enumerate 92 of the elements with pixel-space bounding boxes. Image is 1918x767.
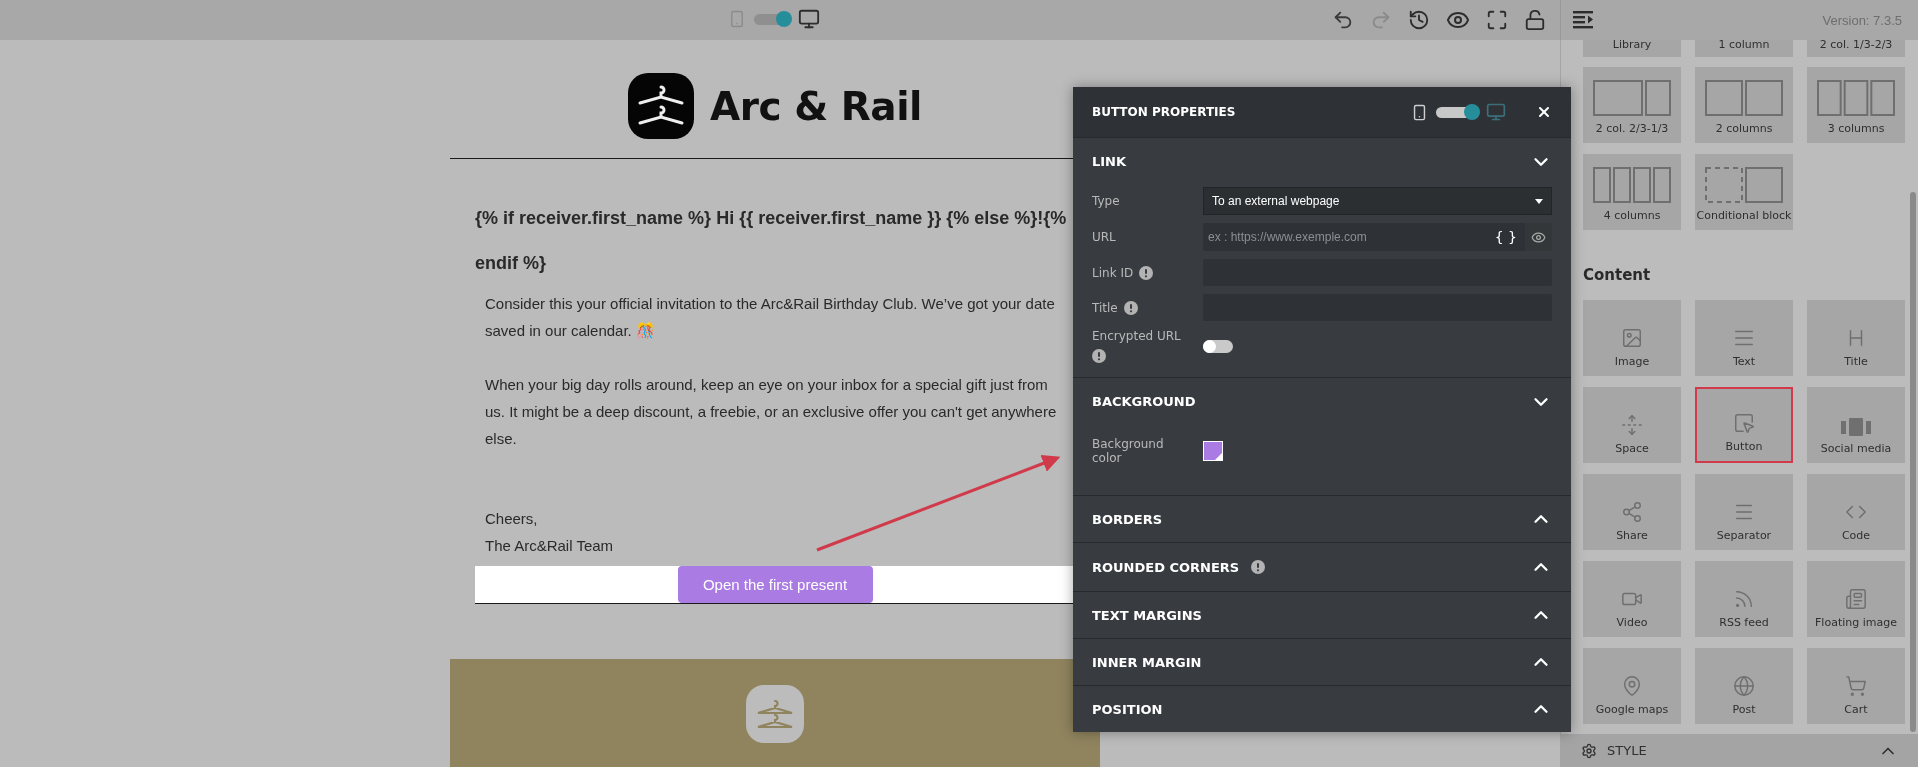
columns-icon — [1593, 167, 1671, 203]
block-tile[interactable]: Title — [1807, 300, 1905, 376]
unlocked-icon[interactable] — [1524, 9, 1546, 31]
signoff-text: The Arc&Rail Team — [484, 536, 615, 556]
section-title: LINK — [1092, 154, 1127, 169]
style-bar[interactable]: STYLE — [1561, 734, 1918, 767]
block-tile[interactable]: Library — [1583, 40, 1681, 57]
block-tile[interactable]: Code — [1807, 474, 1905, 550]
block-tile[interactable]: 1 column — [1695, 40, 1793, 57]
toggle-switch[interactable] — [1203, 339, 1233, 353]
block-tile[interactable]: Google maps — [1583, 648, 1681, 724]
logo-icon — [628, 73, 695, 139]
vertical-arrows-icon — [1621, 414, 1643, 436]
phone-icon — [728, 10, 746, 28]
section-title: Content — [1583, 266, 1652, 284]
rss-icon — [1733, 588, 1755, 610]
block-tile[interactable]: Text — [1695, 300, 1793, 376]
conditional-block-icon — [1705, 167, 1783, 203]
section-header[interactable]: ROUNDED CORNERS — [1073, 542, 1571, 591]
block-tile[interactable]: Cart — [1807, 648, 1905, 724]
block-tile[interactable]: Floating image — [1807, 561, 1905, 637]
field-label: Link ID — [1092, 265, 1134, 280]
globe-icon — [1733, 675, 1755, 697]
map-pin-icon — [1621, 675, 1643, 697]
hanger-icon — [755, 697, 795, 731]
columns-icon — [1705, 80, 1783, 116]
greeting-heading: {% if receiver.first_name %} Hi {{ receiver.first_name }} {% else %}!{% endif %} — [475, 207, 1068, 275]
version-label: Version: 7.3.5 — [1822, 12, 1902, 28]
block-tile[interactable]: 2 col. 2/3-1/3 — [1583, 67, 1681, 143]
fullscreen-icon[interactable] — [1486, 9, 1508, 31]
preview-button[interactable] — [1525, 223, 1552, 251]
block-tile[interactable]: Space — [1583, 387, 1681, 463]
section-header[interactable]: LINK — [1073, 137, 1571, 185]
block-tile[interactable]: 4 columns — [1583, 154, 1681, 230]
block-tile[interactable]: Image — [1583, 300, 1681, 376]
block-tile[interactable]: Conditional block — [1695, 154, 1793, 230]
section-header[interactable]: INNER MARGIN — [1073, 638, 1571, 685]
section-title: BACKGROUND — [1092, 394, 1196, 409]
device-toggle[interactable] — [754, 13, 790, 25]
body-paragraph: When your big day rolls around, keep an eye on your inbox for a special gift just from us. It might be a deep discount, a freebie, or an exclusive offer you can't get anywhere else. — [484, 375, 1058, 449]
social-panels-icon — [1841, 418, 1871, 436]
color-swatch[interactable] — [1203, 441, 1223, 461]
section-title: INNER MARGIN — [1092, 654, 1202, 670]
block-tile[interactable]: RSS feed — [1695, 561, 1793, 637]
field-label: Encrypted URL — [1092, 329, 1181, 343]
device-toggle[interactable] — [1436, 106, 1478, 118]
dropdown-caret-icon — [1535, 198, 1543, 204]
field-label: Background color — [1092, 437, 1165, 465]
monitor-icon — [1486, 102, 1506, 122]
menu-icon[interactable] — [1573, 11, 1595, 29]
monitor-icon — [798, 8, 820, 30]
section-header[interactable]: TEXT MARGINS — [1073, 591, 1571, 638]
cart-icon — [1845, 675, 1867, 697]
newspaper-icon — [1845, 588, 1867, 610]
field-label: Title — [1092, 300, 1118, 315]
block-tile[interactable]: 2 columns — [1695, 67, 1793, 143]
brand-name: Arc & Rail — [710, 83, 922, 129]
columns-icon — [1593, 80, 1671, 116]
type-select[interactable]: To an external webpage — [1203, 187, 1552, 215]
cta-button[interactable]: Open the first present — [677, 566, 873, 603]
section-header[interactable]: BORDERS — [1073, 495, 1571, 542]
section-title: POSITION — [1092, 701, 1163, 717]
field-label: Type — [1092, 194, 1120, 208]
pointer-icon — [1733, 412, 1755, 434]
share-icon — [1621, 501, 1643, 523]
history-icon[interactable] — [1408, 9, 1430, 31]
signoff-text: Cheers, — [484, 509, 539, 529]
panel-title: BUTTON PROPERTIES — [1092, 105, 1237, 119]
section-header[interactable]: POSITION — [1073, 685, 1571, 732]
image-icon — [1621, 327, 1643, 349]
close-button[interactable] — [1536, 104, 1552, 120]
block-tile[interactable]: Share — [1583, 474, 1681, 550]
phone-icon — [1411, 103, 1428, 121]
columns-icon — [1817, 80, 1895, 116]
settings-icon — [1581, 742, 1597, 759]
block-tile[interactable]: Social media — [1807, 387, 1905, 463]
url-field[interactable]: ex : https://www.exemple.com { } — [1203, 223, 1552, 251]
block-tile[interactable]: Video — [1583, 561, 1681, 637]
field-label: URL — [1092, 230, 1116, 244]
section-title: ROUNDED CORNERS — [1092, 559, 1240, 575]
section-title: TEXT MARGINS — [1092, 607, 1202, 623]
block-tile[interactable]: Post — [1695, 648, 1793, 724]
section-title: BORDERS — [1092, 511, 1162, 527]
undo-icon[interactable] — [1332, 9, 1354, 31]
block-tile[interactable]: Separator — [1695, 474, 1793, 550]
block-tile[interactable]: 2 col. 1/3-2/3 — [1807, 40, 1905, 57]
block-tile[interactable]: Button — [1695, 387, 1793, 463]
body-paragraph: Consider this your official invitation to the Arc&Rail Birthday Club. We’ve got your date saved in our calendar. 🎊 — [484, 294, 1056, 341]
scrollbar[interactable] — [1910, 192, 1916, 732]
block-tile[interactable]: 3 columns — [1807, 67, 1905, 143]
section-header[interactable]: BACKGROUND — [1073, 377, 1571, 425]
eye-icon — [1531, 229, 1546, 245]
